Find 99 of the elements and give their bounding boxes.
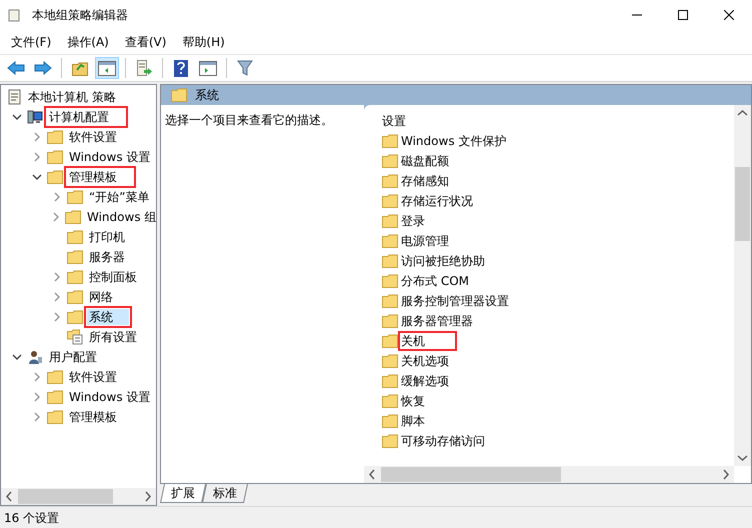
tree-pane-icon [98, 60, 116, 76]
tree-item[interactable]: 所有设置 [87, 329, 139, 345]
maximize-icon [678, 10, 688, 20]
folder-icon [382, 234, 398, 248]
scrollbar-thumb[interactable] [18, 489, 113, 504]
folder-icon [47, 130, 63, 144]
folder-icon [382, 334, 398, 348]
status-text: 16 个设置 [4, 510, 60, 526]
tree-item[interactable]: 软件设置 [67, 129, 119, 145]
tree-item[interactable]: Windows 组 [85, 209, 156, 225]
folder-icon [382, 174, 398, 188]
chevron-down-icon[interactable] [12, 352, 22, 362]
folder-icon [382, 274, 398, 288]
list-item[interactable]: 存储运行状况 [400, 193, 474, 209]
folder-icon [67, 270, 83, 284]
folder-icon [65, 210, 81, 224]
folder-icon [47, 410, 63, 424]
list-item[interactable]: 可移动存储访问 [400, 433, 486, 449]
scrollbar-thumb[interactable] [381, 467, 561, 482]
action-pane-icon [199, 60, 217, 76]
folder-icon [47, 370, 63, 384]
tree-item[interactable]: 管理模板 [67, 409, 119, 425]
folder-icon [67, 250, 83, 264]
menu-item[interactable]: 帮助(H) [175, 32, 232, 52]
forward-arrow-icon [34, 61, 52, 75]
folder-icon [382, 414, 398, 428]
tree-item[interactable]: 本地计算机 策略 [26, 89, 118, 105]
horizontal-scrollbar[interactable] [364, 466, 734, 483]
list-item[interactable]: 关机选项 [400, 353, 450, 369]
folder-icon [67, 310, 83, 324]
folder-icon [382, 134, 398, 148]
folder-icon [67, 230, 83, 244]
tree-item[interactable]: 网络 [87, 289, 115, 305]
list-item[interactable]: Windows 文件保护 [400, 133, 508, 149]
menu-item[interactable]: 文件(F) [4, 32, 58, 52]
help-icon [174, 60, 188, 76]
folder-icon [47, 170, 63, 184]
menu-item[interactable]: 查看(V) [118, 32, 174, 52]
tree-item[interactable]: 服务器 [87, 249, 127, 265]
list-item[interactable]: 访问被拒绝协助 [400, 253, 486, 269]
folder-icon [47, 390, 63, 404]
tree-item[interactable]: 用户配置 [47, 349, 99, 365]
folder-icon [382, 394, 398, 408]
chevron-down-icon[interactable] [32, 172, 42, 182]
tree-item[interactable]: 软件设置 [67, 369, 119, 385]
tree-item[interactable]: 控制面板 [87, 269, 139, 285]
menu-item[interactable]: 操作(A) [60, 32, 116, 52]
folder-icon [47, 150, 63, 164]
column-header[interactable]: 设置 [382, 113, 406, 129]
close-icon [724, 10, 734, 20]
list-item[interactable]: 恢复 [400, 393, 426, 409]
list-item[interactable]: 磁盘配额 [400, 153, 450, 169]
list-item[interactable]: 缓解选项 [400, 373, 450, 389]
folder-icon [382, 154, 398, 168]
vertical-scrollbar[interactable] [734, 105, 751, 466]
list-item[interactable]: 关机 [400, 333, 455, 349]
back-arrow-icon [7, 61, 25, 75]
scrollbar-thumb[interactable] [735, 167, 750, 241]
tree-item[interactable]: Windows 设置 [67, 149, 152, 165]
folder-icon [67, 290, 83, 304]
computer-icon [27, 109, 43, 125]
folder-icon [67, 190, 83, 204]
folder-icon [382, 214, 398, 228]
tab[interactable]: 标准 [202, 484, 248, 503]
folder-icon [382, 314, 398, 328]
minimize-icon [632, 14, 642, 16]
folder-icon [382, 194, 398, 208]
folder-icon [382, 254, 398, 268]
folder-icon [382, 374, 398, 388]
settings-page-icon [67, 329, 83, 345]
list-item[interactable]: 存储感知 [400, 173, 450, 189]
folder-icon [382, 294, 398, 308]
pane-title: 系统 [195, 87, 219, 104]
tree-item[interactable]: “开始”菜单 [87, 189, 152, 205]
window-title: 本地组策略编辑器 [32, 7, 128, 24]
folder-icon [382, 354, 398, 368]
tab[interactable]: 扩展 [160, 484, 206, 503]
scroll-icon [7, 89, 22, 105]
tree-item[interactable]: 计算机配置 [47, 109, 125, 125]
tree-item[interactable]: Windows 设置 [67, 389, 152, 405]
list-item[interactable]: 登录 [400, 213, 426, 229]
user-icon [27, 349, 43, 365]
filter-icon [237, 60, 253, 76]
export-list-icon [136, 60, 152, 76]
toolbar-button[interactable] [95, 57, 119, 79]
list-item[interactable]: 服务控制管理器设置 [400, 293, 510, 309]
tree-item[interactable]: 打印机 [87, 229, 127, 245]
horizontal-scrollbar[interactable] [1, 488, 156, 505]
tree-item[interactable]: 系统 [87, 309, 129, 325]
list-item[interactable]: 服务器管理器 [400, 313, 474, 329]
list-item[interactable]: 电源管理 [400, 233, 450, 249]
folder-up-icon [72, 60, 88, 76]
chevron-down-icon[interactable] [12, 112, 22, 122]
list-item[interactable]: 分布式 COM [400, 273, 470, 289]
tree-item[interactable]: 管理模板 [67, 169, 133, 185]
list-item[interactable]: 脚本 [400, 413, 426, 429]
folder-icon [171, 88, 187, 102]
folder-icon [382, 434, 398, 448]
description-text: 选择一个项目来查看它的描述。 [165, 113, 334, 127]
